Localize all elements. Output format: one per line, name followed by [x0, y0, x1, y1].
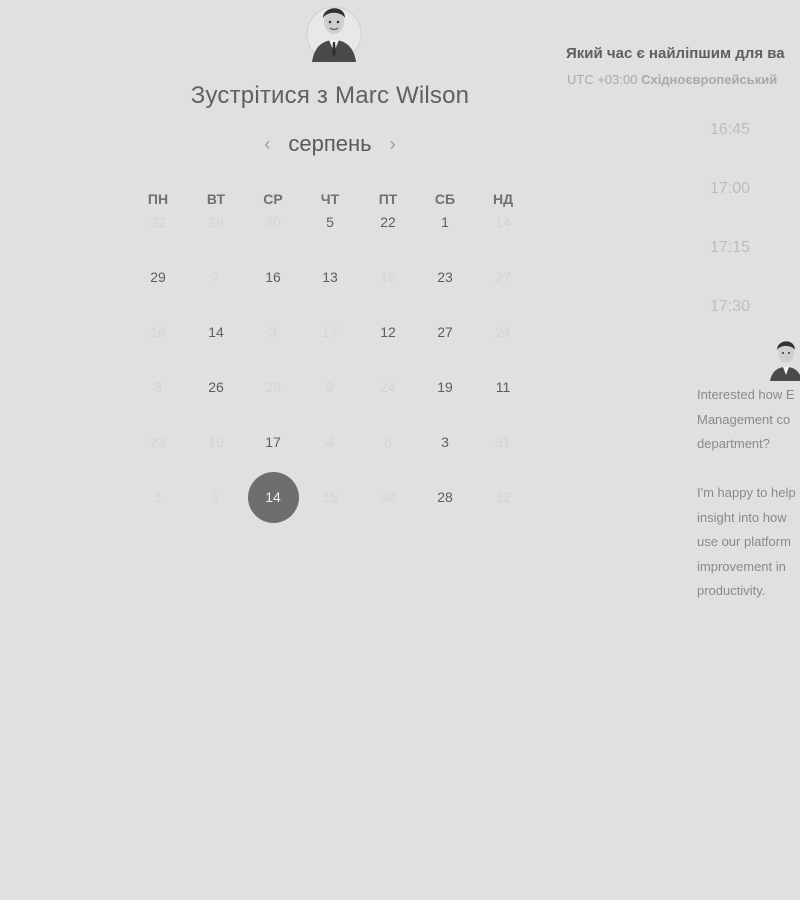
weekday-label: СБ: [434, 191, 456, 207]
day-cell[interactable]: 22: [368, 211, 408, 233]
day-cell: 30: [265, 214, 281, 230]
day-cell: 3: [154, 379, 162, 395]
weekday-label: ПН: [147, 191, 169, 207]
time-slot[interactable]: 17:30: [700, 298, 760, 316]
day-cell[interactable]: 5: [310, 211, 350, 233]
time-question: Який час є найліпшим для ва: [566, 45, 785, 62]
day-cell[interactable]: 16: [253, 266, 293, 288]
day-cell: 31: [495, 434, 511, 450]
chat-message-line: productivity.: [697, 583, 766, 598]
day-cell[interactable]: 29: [138, 266, 178, 288]
day-cell: 14: [495, 214, 511, 230]
chat-message-line: use our platform: [697, 534, 791, 549]
day-cell[interactable]: 13: [310, 266, 350, 288]
day-cell: 24: [495, 324, 511, 340]
chat-message-line: Interested how E: [697, 387, 795, 402]
timezone-offset: UTC +03:00: [567, 72, 638, 87]
day-cell[interactable]: 23: [425, 266, 465, 288]
weekday-label: ВТ: [206, 191, 226, 207]
chat-message-line: I'm happy to help: [697, 485, 796, 500]
day-cell: 6: [384, 434, 392, 450]
day-cell[interactable]: 14: [196, 321, 236, 343]
weekday-label: ПТ: [378, 191, 398, 207]
day-cell[interactable]: 12: [368, 321, 408, 343]
day-cell-selected[interactable]: 14: [247, 472, 299, 523]
day-cell[interactable]: 27: [425, 321, 465, 343]
scheduler-page: Зустрітися з Marc Wilson ‹ серпень › ПН В…: [0, 0, 800, 900]
weekday-label: ЧТ: [320, 191, 340, 207]
weekday-label: НД: [492, 191, 514, 207]
day-cell: 12: [495, 489, 511, 505]
meeting-title-prefix: Зустрітися з: [190, 82, 329, 109]
day-cell: 24: [380, 379, 396, 395]
host-avatar: [306, 6, 362, 62]
day-cell: 26: [265, 379, 281, 395]
chat-message-line: insight into how: [697, 509, 787, 525]
timezone-selector[interactable]: UTC +03:00 Східноєвропейський: [567, 72, 777, 87]
day-cell: 15: [322, 489, 338, 505]
day-cell[interactable]: 11: [483, 376, 523, 398]
month-label: серпень: [288, 131, 372, 156]
chat-message: Interested how E Management co department?…: [697, 383, 800, 604]
time-slot[interactable]: 17:15: [700, 239, 760, 257]
weekday-label: СР: [263, 191, 283, 207]
chat-message-line: department?: [697, 436, 770, 451]
chat-avatar: [770, 341, 800, 381]
next-month-icon[interactable]: ›: [386, 135, 400, 153]
day-cell[interactable]: 26: [196, 376, 236, 398]
chat-message-line: [697, 457, 800, 482]
day-cell: 1: [154, 489, 162, 505]
day-cell: 22: [150, 214, 166, 230]
day-cell: 1: [212, 489, 220, 505]
month-navigation: ‹ серпень ›: [130, 129, 530, 159]
day-cell: 19: [208, 434, 224, 450]
host-name: Marc Wilson: [335, 82, 470, 109]
day-cell: 4: [326, 434, 334, 450]
timezone-name: Східноєвропейський: [641, 72, 778, 87]
day-cell[interactable]: 3: [425, 431, 465, 453]
day-cell: 30: [380, 489, 396, 505]
day-cell[interactable]: 19: [425, 376, 465, 398]
day-cell[interactable]: 1: [425, 211, 465, 233]
day-cell: 17: [322, 324, 338, 340]
day-cell: 7: [212, 269, 220, 285]
time-slot[interactable]: 16:45: [700, 121, 760, 139]
day-cell: 23: [150, 434, 166, 450]
chat-message-line: improvement in: [697, 558, 786, 574]
day-cell: 3: [269, 324, 277, 340]
day-cell: 9: [326, 379, 334, 395]
prev-month-icon[interactable]: ‹: [260, 135, 274, 153]
chat-message-line: Management co: [697, 411, 791, 427]
day-cell: 27: [495, 269, 511, 285]
day-cell: 16: [150, 324, 166, 340]
time-slot[interactable]: 17:00: [700, 180, 760, 198]
day-cell[interactable]: 28: [425, 486, 465, 508]
day-cell: 16: [380, 269, 396, 285]
day-cell: 29: [208, 214, 224, 230]
meeting-title: Зустрітися з Marc Wilson: [130, 82, 530, 110]
day-cell[interactable]: 17: [253, 431, 293, 453]
